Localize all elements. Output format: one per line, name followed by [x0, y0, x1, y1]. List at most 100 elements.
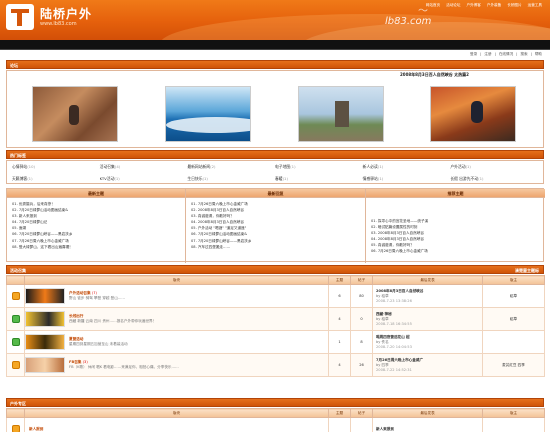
- section-title: 论坛: [10, 62, 18, 68]
- forum-name-link[interactable]: 新人报到: [29, 427, 43, 431]
- table-row: FB召集 (3) FB（K歌） 休闲 唱K 看电影……来满足你，相拍心痛，分享快…: [6, 353, 545, 377]
- photo-climbing-2[interactable]: [430, 86, 516, 142]
- moderator[interactable]: 稻草: [482, 307, 545, 331]
- forum-table: 版块 主题 帖子 最后发表 版主 户外活动召集 (7) 野山 徒步 骑驾 攀登 …: [6, 275, 545, 377]
- logo-icon[interactable]: [6, 4, 34, 30]
- topic-link[interactable]: 08. 登大绿萝山，这下看出山遍喜喔！: [12, 244, 185, 250]
- photo-section-bar: 论坛: [6, 60, 544, 69]
- section-action-link[interactable]: 清楚屋主题标: [515, 268, 539, 274]
- recommended-topics-column: 推荐主题 01. 探寻心中的宜花圣地——统子溪 02. 暗试贴篇设置属性的时刻 …: [366, 189, 545, 263]
- post-count: [350, 417, 373, 432]
- forum-description: FB（K歌） 休闲 唱K 看电影……来满足你，相拍心痛，分享快乐……: [69, 365, 179, 369]
- forum-status-icon: [11, 337, 20, 346]
- table-row: 户外活动召集 (7) 野山 徒步 骑驾 攀登 穿越 登山…… 6 80 2008…: [6, 284, 545, 308]
- last-post-link[interactable]: 2008年8月3日百人自然峡谷: [376, 289, 423, 293]
- section-title: 活动召集: [10, 267, 26, 273]
- column-title: 推荐主题: [447, 191, 464, 196]
- tag-item[interactable]: KTV活动(1): [100, 176, 188, 182]
- col-header-forum: 版块: [24, 408, 329, 418]
- moderator[interactable]: [482, 417, 545, 432]
- photo-sea[interactable]: [165, 86, 251, 142]
- forum-section-bar: 户外专区: [6, 398, 544, 407]
- forum-description: 西藏 新疆 云南 四川 贵州……报名户外带你玩遍世界！: [69, 319, 157, 323]
- topic-count: 1: [328, 330, 351, 354]
- search-link[interactable]: 搜索: [520, 52, 527, 57]
- tag-item[interactable]: 电子地图(1): [275, 164, 363, 170]
- forum-name-link[interactable]: 夏营活动: [69, 337, 83, 341]
- tag-item[interactable]: 春暖(1): [275, 176, 363, 182]
- forum-table: 版块 主题 帖子 最后发表 版主 新人报到 新人来报到: [6, 408, 545, 432]
- forum-name-link[interactable]: FB召集 (3): [69, 360, 88, 364]
- tag-item[interactable]: 情感驿站(1): [363, 176, 451, 182]
- topnav-item[interactable]: 活动论坛: [446, 3, 460, 8]
- tag-item[interactable]: 最新网站新闻(2): [187, 164, 275, 170]
- topnav-item[interactable]: 户外博客: [467, 3, 481, 8]
- section-title: 热门标签: [10, 152, 26, 158]
- topnav-item[interactable]: 运营工具: [528, 3, 542, 8]
- register-link[interactable]: 注册: [484, 52, 491, 57]
- newest-topics-column: 最新主题 01. 优秀摄兵，后来真惨！ 02. 7月20日绿萝山活动图画结束& …: [7, 189, 186, 263]
- nav-dark-bar: [0, 40, 550, 50]
- login-link[interactable]: 登录: [470, 52, 477, 57]
- tag-item[interactable]: 活动召集(4): [100, 164, 188, 170]
- online-link[interactable]: 在线情况: [499, 52, 513, 57]
- topic-link[interactable]: 08. 汽车过四堡搬走……: [191, 244, 365, 250]
- post-count: 8: [350, 330, 373, 354]
- topic-link[interactable]: 06. 7月26日周六晚上市心金威广场: [371, 248, 545, 254]
- post-count: 80: [350, 284, 373, 308]
- help-link[interactable]: 帮助: [535, 52, 542, 57]
- tag-item[interactable]: 生日快乐(1): [187, 176, 275, 182]
- tag-item[interactable]: 新人必读(1): [363, 164, 451, 170]
- post-count: 26: [350, 353, 373, 377]
- tag-item[interactable]: 户外活动(1): [450, 164, 538, 170]
- section-title: 户外专区: [10, 400, 26, 406]
- topic-count: 6: [328, 284, 351, 308]
- last-post-author[interactable]: by 稻草: [376, 317, 389, 321]
- forum-section-bar: 活动召集 清楚屋主题标: [6, 265, 544, 274]
- last-post-time: 2008-7-22 14:52:31: [376, 368, 412, 372]
- column-title: 最新回复: [267, 191, 284, 196]
- col-header-last-post: 最后发表: [372, 275, 483, 285]
- tag-item[interactable]: 长假 出游先不动(1): [450, 176, 538, 182]
- topic-count: 4: [328, 353, 351, 377]
- col-header-forum: 版块: [24, 275, 329, 285]
- top-nav: 网站首页 活动论坛 户外博客 户外装备 长桥图片 运营工具: [426, 3, 542, 8]
- topnav-item[interactable]: 网站首页: [426, 3, 440, 8]
- moderator[interactable]: [482, 330, 545, 354]
- topic-count: 4: [328, 307, 351, 331]
- table-row: 长线出行 西藏 新疆 云南 四川 贵州……报名户外带你玩遍世界！ 4 0 西藏·…: [6, 307, 545, 331]
- tag-item[interactable]: 心情驿站(10): [12, 164, 100, 170]
- moderator[interactable]: 稻草: [482, 284, 545, 308]
- forum-thumbnail[interactable]: [25, 311, 65, 327]
- col-header-moderator: 版主: [482, 408, 545, 418]
- tags-section-bar: 热门标签: [6, 150, 544, 159]
- last-post-time: 2008-7-23 13:38:26: [376, 299, 412, 303]
- forum-thumbnail[interactable]: [25, 288, 65, 304]
- photo-monument[interactable]: [298, 86, 384, 142]
- photo-climbing[interactable]: [32, 86, 118, 142]
- forum-thumbnail[interactable]: [25, 357, 65, 373]
- forum-thumbnail[interactable]: [25, 334, 65, 350]
- topnav-item[interactable]: 长桥图片: [507, 3, 521, 8]
- topnav-item[interactable]: 户外装备: [487, 3, 501, 8]
- last-post-link[interactable]: 喝周四夜营选花山 超: [376, 335, 410, 339]
- photo-caption[interactable]: 2008年8月3日百人自然峡谷 太热篇2: [400, 72, 469, 78]
- col-header-moderator: 版主: [482, 275, 545, 285]
- site-name[interactable]: 陆桥户外: [40, 5, 92, 22]
- forum-description: 星期四到星期五加营至山 未着装活动: [69, 342, 128, 346]
- last-post-time: 2008-7-18 16:34:55: [376, 322, 412, 326]
- topic-count: [328, 417, 351, 432]
- tag-item[interactable]: 天籁博客(1): [12, 176, 100, 182]
- moderator[interactable]: 麦芫红豆 四季: [482, 353, 545, 377]
- user-bar: 登录 | 注册 | 在线情况 | 搜索 | 帮助: [0, 50, 550, 59]
- col-header-last-post: 最后发表: [372, 408, 483, 418]
- last-post-author[interactable]: by 稻草: [376, 294, 389, 298]
- last-post-link[interactable]: 新人来报到: [376, 427, 394, 431]
- forum-name-link[interactable]: 户外活动召集 (7): [69, 291, 97, 295]
- last-post-link[interactable]: 7月26日周六晚上市心金威广: [376, 358, 423, 362]
- forum-name-link[interactable]: 长线出行: [69, 314, 83, 318]
- last-post-author[interactable]: by 佚名: [376, 340, 389, 344]
- last-post-link[interactable]: 西藏·神秘: [376, 312, 392, 316]
- last-post-author[interactable]: by 四季: [376, 363, 389, 367]
- forum-status-icon: [11, 314, 20, 323]
